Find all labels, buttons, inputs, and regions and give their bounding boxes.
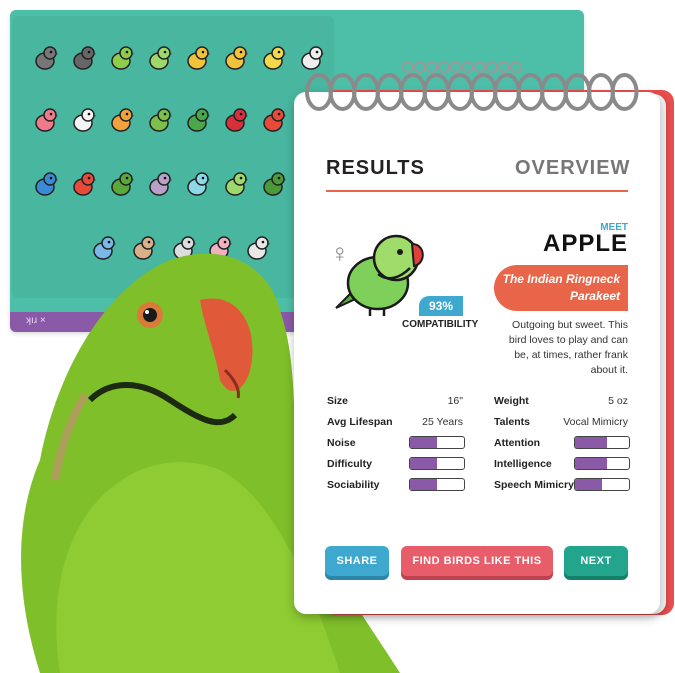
binding-ring	[446, 73, 474, 111]
meter-label: Speech Mimicry	[494, 479, 574, 491]
tab-results[interactable]: RESULTS	[326, 157, 425, 180]
bird-thumbnail	[35, 46, 58, 70]
speech-mimicry-meter	[574, 478, 630, 491]
noise-meter	[409, 436, 465, 449]
bird-thumbnail	[111, 108, 134, 132]
stat-label: Weight	[494, 395, 529, 407]
binding-ring	[493, 73, 521, 111]
attention-meter	[574, 436, 630, 449]
cartoon-parakeet	[335, 234, 424, 316]
stat-label: Size	[327, 395, 349, 407]
bird-thumbnail	[225, 172, 248, 196]
spiral-binding	[305, 73, 639, 111]
tab-underline	[326, 190, 628, 192]
bird-thumbnail	[111, 172, 134, 196]
bird-thumbnail	[187, 108, 210, 132]
bird-thumbnail	[149, 172, 172, 196]
meter-label: Noise	[327, 437, 356, 449]
stat-value: 16"	[447, 395, 463, 407]
binding-ring	[610, 73, 639, 111]
binding-ring	[516, 73, 545, 111]
bird-thumbnail	[187, 172, 210, 196]
binding-ring	[540, 73, 568, 111]
bird-thumbnail	[225, 108, 248, 132]
bird-thumbnail	[149, 46, 172, 70]
binding-ring	[563, 73, 592, 111]
binding-ring	[469, 73, 498, 111]
sociability-meter	[409, 478, 465, 491]
binding-ring	[587, 73, 615, 111]
share-button[interactable]: SHARE	[325, 546, 389, 576]
bird-thumbnail	[263, 108, 286, 132]
bird-thumbnail	[73, 46, 96, 70]
bird-thumbnail	[149, 108, 172, 132]
compatibility-badge: 93%	[419, 296, 463, 316]
binding-ring	[352, 73, 380, 111]
binding-ring	[375, 73, 404, 111]
binding-ring	[305, 73, 333, 111]
meter-label: Intelligence	[494, 458, 552, 470]
bird-thumbnail	[35, 108, 58, 132]
compatibility-label: COMPATIBILITY	[402, 319, 479, 330]
stat-label: Talents	[494, 416, 530, 428]
stat-label: Avg Lifespan	[327, 416, 393, 428]
stat-value: 25 Years	[422, 416, 463, 428]
binding-ring	[422, 73, 451, 111]
binding-ring	[399, 73, 427, 111]
bird-name: APPLE	[542, 230, 628, 257]
bird-thumbnail	[187, 46, 210, 70]
next-button[interactable]: NEXT	[564, 546, 628, 576]
meter-label: Attention	[494, 437, 541, 449]
stat-value: Vocal Mimicry	[563, 416, 628, 428]
species-banner: The Indian Ringneck Parakeet	[494, 265, 628, 311]
bird-thumbnail	[73, 108, 96, 132]
bird-thumbnail	[263, 172, 286, 196]
tab-overview[interactable]: OVERVIEW	[515, 157, 630, 180]
bird-description: Outgoing but sweet. This bird loves to p…	[508, 319, 628, 376]
bird-thumbnail	[111, 46, 134, 70]
intelligence-meter	[574, 457, 630, 470]
bird-thumbnail	[73, 172, 96, 196]
species-name: The Indian Ringneck Parakeet	[502, 272, 620, 303]
meter-label: Sociability	[327, 479, 380, 491]
difficulty-meter	[409, 457, 465, 470]
bird-thumbnail	[263, 46, 286, 70]
bird-thumbnail	[225, 46, 248, 70]
bird-thumbnail	[35, 172, 58, 196]
stat-value: 5 oz	[608, 395, 628, 407]
meter-label: Difficulty	[327, 458, 372, 470]
binding-ring	[328, 73, 357, 111]
find-birds-button[interactable]: FIND BIRDS LIKE THIS	[401, 546, 553, 576]
